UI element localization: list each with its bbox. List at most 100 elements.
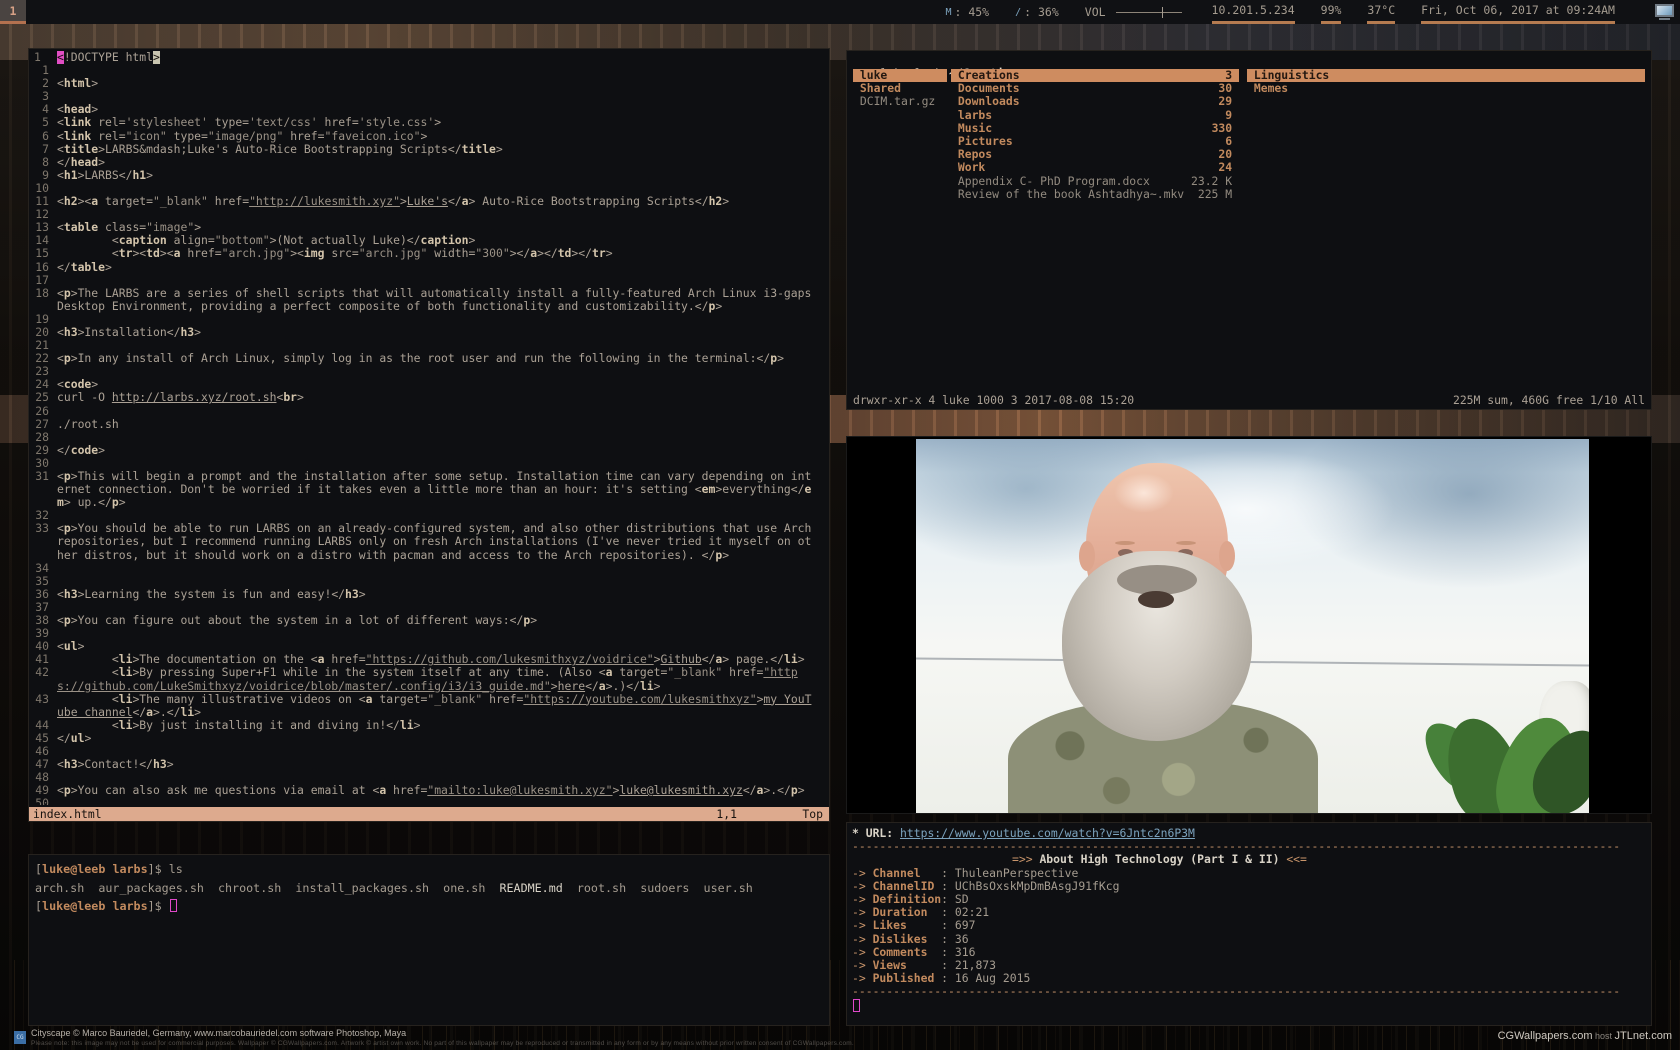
editor-content[interactable]: 1<!DOCTYPE html>12<html>34<head>5<link r… (31, 51, 827, 805)
shell-prompt-line[interactable]: [luke@leeb larbs]$ (29, 897, 829, 916)
line-number: 25 (31, 391, 57, 404)
editor-line-text (57, 313, 815, 326)
directory-entry[interactable]: Repos20 (951, 148, 1239, 161)
volume-slider[interactable] (1116, 12, 1182, 13)
editor-line-text (57, 274, 815, 287)
line-number: 50 (31, 797, 57, 805)
video-info-field: -> Published : 16 Aug 2015 (847, 972, 1651, 985)
editor-line[interactable]: 39 (31, 627, 827, 640)
shell-terminal-window[interactable]: [luke@leeb larbs]$ lsarch.sh aur_package… (28, 854, 830, 1026)
editor-line[interactable]: 9<h1>LARBS</h1> (31, 169, 827, 182)
editor-line[interactable]: 17 (31, 274, 827, 287)
editor-line[interactable]: 38<p>You can figure out about the system… (31, 614, 827, 627)
file-manager-window[interactable]: luke@leeb ~/Creations luke Shared DCIM.t… (846, 50, 1652, 410)
directory-entry[interactable]: Memes (1247, 82, 1645, 95)
wallpaper-legal-text: Please note: this image may not be used … (31, 1040, 854, 1047)
editor-line[interactable]: 28 (31, 431, 827, 444)
cg-logo: CG (14, 1031, 26, 1044)
editor-line[interactable]: 15 <tr><td><a href="arch.jpg"><img src="… (31, 247, 827, 260)
editor-line[interactable]: 7<title>LARBS&mdash;Luke's Auto-Rice Boo… (31, 143, 827, 156)
editor-line[interactable]: 42 <li>By pressing Super+F1 while in the… (31, 666, 827, 692)
editor-line[interactable]: 25curl -O http://larbs.xyz/root.sh<br> (31, 391, 827, 404)
editor-line[interactable]: 26 (31, 405, 827, 418)
display-tray-icon[interactable] (1655, 4, 1674, 20)
workspace-indicator[interactable]: 1 (0, 0, 26, 24)
editor-line-text (57, 64, 815, 77)
directory-entry[interactable]: Work24 (951, 161, 1239, 174)
editor-line-text: </head> (57, 156, 815, 169)
terminal-cursor (170, 899, 177, 912)
directory-entry[interactable]: Music330 (951, 122, 1239, 135)
editor-line[interactable]: 49<p>You can also ask me questions via e… (31, 784, 827, 797)
disk-usage-summary: 225M sum, 460G free 1/10 All (1453, 394, 1645, 407)
disk-icon: / (1015, 7, 1021, 18)
editor-line-text: <li>By pressing Super+F1 while in the sy… (57, 666, 815, 692)
editor-line[interactable]: 1 (31, 64, 827, 77)
editor-line[interactable]: 43 <li>The many illustrative videos on <… (31, 693, 827, 719)
line-number: 33 (31, 522, 57, 561)
current-directory-column[interactable]: Creations3 Documents30 Downloads29 larbs… (951, 69, 1239, 201)
line-number: 17 (31, 274, 57, 287)
selected-entry[interactable]: luke (853, 69, 947, 82)
editor-line[interactable]: 16</table> (31, 261, 827, 274)
editor-line[interactable]: 29</code> (31, 444, 827, 457)
editor-line[interactable]: 8</head> (31, 156, 827, 169)
editor-line[interactable]: 50 (31, 797, 827, 805)
file-entry[interactable]: Review of the book Ashtadhya~.mkv225 M (951, 188, 1239, 201)
editor-line-text: <link rel="icon" type="image/png" href="… (57, 130, 815, 143)
line-number: 42 (31, 666, 57, 692)
separator-line: ----------------------------------------… (847, 985, 1651, 998)
line-number: 29 (31, 444, 57, 457)
volume-status[interactable]: VOL (1085, 0, 1186, 24)
ls-output: arch.sh aur_packages.sh chroot.sh instal… (29, 879, 829, 898)
editor-line[interactable]: 19 (31, 313, 827, 326)
file-entry[interactable]: Appendix C- PhD Program.docx23.2 K (951, 175, 1239, 188)
directory-entry[interactable]: larbs9 (951, 109, 1239, 122)
editor-line[interactable]: 47<h3>Contact!</h3> (31, 758, 827, 771)
editor-line[interactable]: 34 (31, 562, 827, 575)
directory-entry[interactable]: Pictures6 (951, 135, 1239, 148)
editor-line[interactable]: 27./root.sh (31, 418, 827, 431)
line-number: 43 (31, 693, 57, 719)
editor-line-text: <li>The many illustrative videos on <a t… (57, 693, 815, 719)
temperature-status: 37°C (1367, 0, 1395, 24)
selected-entry[interactable]: Creations3 (951, 69, 1239, 82)
editor-line[interactable]: 45</ul> (31, 732, 827, 745)
video-player-window[interactable] (846, 436, 1652, 814)
directory-entry[interactable]: Shared (853, 82, 947, 95)
editor-line-text: <title>LARBS&mdash;Luke's Auto-Rice Boot… (57, 143, 815, 156)
editor-line[interactable]: 3 (31, 90, 827, 103)
directory-entry[interactable]: Downloads29 (951, 95, 1239, 108)
file-entry[interactable]: DCIM.tar.gz (853, 95, 947, 108)
video-url-link[interactable]: https://www.youtube.com/watch?v=6Jntc2n6… (900, 826, 1195, 840)
editor-cursor-position: 1,1 (716, 807, 737, 821)
selected-entry[interactable]: Linguistics (1247, 69, 1645, 82)
wire-line (916, 657, 1589, 666)
editor-line[interactable]: 36<h3>Learning the system is fun and eas… (31, 588, 827, 601)
video-info-terminal-window[interactable]: * URL: https://www.youtube.com/watch?v=6… (846, 822, 1652, 1026)
editor-scroll-position: Top (802, 807, 823, 821)
editor-line[interactable]: 20<h3>Installation</h3> (31, 326, 827, 339)
editor-line[interactable]: 33<p>You should be able to run LARBS on … (31, 522, 827, 561)
file-permissions: drwxr-xr-x 4 luke 1000 3 2017-08-08 15:2… (853, 394, 1134, 407)
cursor-line[interactable] (847, 999, 1651, 1013)
editor-line[interactable]: 11<h2><a target="_blank" href="http://lu… (31, 195, 827, 208)
editor-window[interactable]: 1<!DOCTYPE html>12<html>34<head>5<link r… (28, 48, 830, 822)
video-frame[interactable] (916, 439, 1589, 813)
parent-directory-column[interactable]: luke Shared DCIM.tar.gz (853, 69, 947, 109)
editor-line[interactable]: 2<html> (31, 77, 827, 90)
line-number: 16 (31, 261, 57, 274)
directory-entry[interactable]: Documents30 (951, 82, 1239, 95)
shell-prompt-line: [luke@leeb larbs]$ ls (29, 860, 829, 879)
editor-line[interactable]: 22<p>In any install of Arch Linux, simpl… (31, 352, 827, 365)
editor-line[interactable]: 18<p>The LARBS are a series of shell scr… (31, 287, 827, 313)
preview-column[interactable]: Linguistics Memes (1247, 69, 1645, 95)
editor-line[interactable]: 31<p>This will begin a prompt and the in… (31, 470, 827, 509)
editor-line-text: </code> (57, 444, 815, 457)
editor-line[interactable]: 6<link rel="icon" type="image/png" href=… (31, 130, 827, 143)
editor-line[interactable]: 44 <li>By just installing it and diving … (31, 719, 827, 732)
editor-line[interactable]: 23 (31, 365, 827, 378)
editor-line-text (57, 90, 815, 103)
editor-line[interactable]: 35 (31, 575, 827, 588)
editor-line[interactable]: 1<!DOCTYPE html> (31, 51, 827, 64)
